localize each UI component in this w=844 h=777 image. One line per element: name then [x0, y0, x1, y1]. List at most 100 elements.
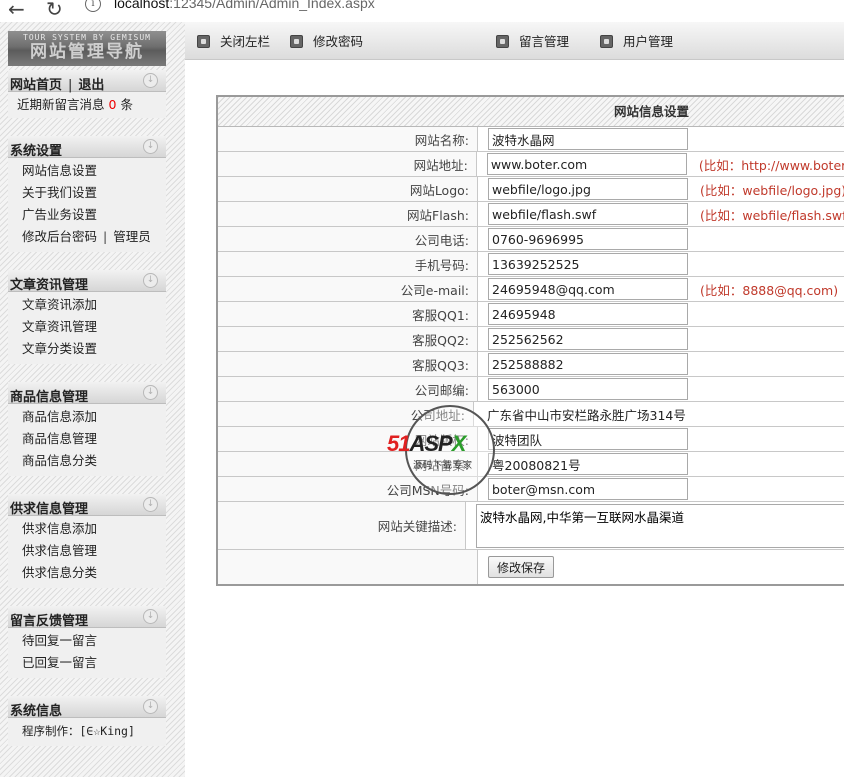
- sidebar-item-product-manage[interactable]: 商品信息管理: [8, 428, 166, 450]
- field-label: 网站Flash:: [218, 202, 478, 226]
- sidebar-item-supply-add[interactable]: 供求信息添加: [8, 518, 166, 540]
- field-label: 网站关键描述:: [218, 502, 466, 549]
- sidebar-item-replied[interactable]: 已回复一留言: [8, 652, 166, 674]
- save-button[interactable]: 修改保存: [488, 556, 555, 578]
- form-row: 客服QQ3:: [218, 352, 844, 377]
- collapse-toggle-icon[interactable]: ↓: [143, 273, 158, 288]
- collapse-toggle-icon[interactable]: ↓: [143, 73, 158, 88]
- qq3-input[interactable]: [488, 353, 688, 375]
- sidebar-item-product-category[interactable]: 商品信息分类: [8, 450, 166, 472]
- site-name-input[interactable]: [488, 128, 688, 150]
- collapse-toggle-icon[interactable]: ↓: [143, 609, 158, 624]
- sidebar-item-about-us[interactable]: 关于我们设置: [8, 182, 166, 204]
- field-cell: (比如：8888@qq.com): [478, 277, 844, 301]
- change-password-button[interactable]: 修改密码: [290, 34, 363, 50]
- message-manage-button[interactable]: 留言管理: [496, 34, 569, 50]
- qq1-input[interactable]: [488, 303, 688, 325]
- reload-icon[interactable]: ↻: [46, 0, 63, 21]
- qq2-input[interactable]: [488, 328, 688, 350]
- close-left-button[interactable]: 关闭左栏: [197, 34, 270, 50]
- program-credit: 程序制作：[∈☆King]: [22, 724, 135, 738]
- field-label: 客服QQ3:: [218, 352, 478, 376]
- logo-cn-text: 网站管理导航: [30, 42, 144, 62]
- user-manage-button[interactable]: 用户管理: [600, 34, 673, 50]
- keywords-textarea[interactable]: 波特水晶网,中华第一互联网水晶渠道: [476, 503, 844, 548]
- field-label: 网站版权:: [218, 427, 478, 451]
- field-label: 手机号码:: [218, 252, 478, 276]
- field-cell: [478, 452, 844, 476]
- panel-head: 系统设置 ↓: [8, 136, 166, 159]
- panel-body: 程序制作：[∈☆King]: [8, 718, 166, 746]
- panel-system-settings: 系统设置 ↓ 网站信息设置 关于我们设置 广告业务设置 修改后台密码 | 管理员: [8, 136, 166, 252]
- panel-body: 网站信息设置 关于我们设置 广告业务设置 修改后台密码 | 管理员: [8, 158, 166, 252]
- form-row: 公司e-mail: (比如：8888@qq.com): [218, 277, 844, 302]
- form-row: 网站Flash: (比如：webfile/flash.swf): [218, 202, 844, 227]
- msg-count: 0: [108, 97, 117, 112]
- collapse-toggle-icon[interactable]: ↓: [143, 385, 158, 400]
- company-address-input[interactable]: [484, 403, 844, 425]
- url-text[interactable]: localhost:12345/Admin/Admin_Index.aspx: [114, 0, 375, 11]
- msg-suffix: 条: [120, 97, 133, 112]
- field-label: 公司e-mail:: [218, 277, 478, 301]
- field-cell: 波特水晶网,中华第一互联网水晶渠道: [466, 502, 844, 549]
- field-cell: [474, 402, 844, 426]
- field-label: 客服QQ2:: [218, 327, 478, 351]
- field-label: 公司地址:: [218, 402, 474, 426]
- sidebar-item-product-add[interactable]: 商品信息添加: [8, 406, 166, 428]
- new-message-notice[interactable]: 近期新留言消息 0 条: [8, 94, 166, 116]
- sidebar-item-site-info[interactable]: 网站信息设置: [8, 160, 166, 182]
- sidebar-item-article-category[interactable]: 文章分类设置: [8, 338, 166, 360]
- field-label: 网站Logo:: [218, 177, 478, 201]
- field-cell: [478, 477, 844, 501]
- sidebar-item-supply-category[interactable]: 供求信息分类: [8, 562, 166, 584]
- panel-head: 供求信息管理 ↓: [8, 494, 166, 517]
- mobile-input[interactable]: [488, 253, 688, 275]
- sidebar-item-pending-replies[interactable]: 待回复一留言: [8, 630, 166, 652]
- msn-input[interactable]: [488, 478, 688, 500]
- collapse-toggle-icon[interactable]: ↓: [143, 497, 158, 512]
- icp-record-input[interactable]: [488, 453, 688, 475]
- field-cell: [478, 352, 844, 376]
- panel-feedback: 留言反馈管理 ↓ 待回复一留言 已回复一留言: [8, 606, 166, 678]
- field-cell: 修改保存: [478, 550, 844, 584]
- company-email-input[interactable]: [488, 278, 688, 300]
- site-flash-input[interactable]: [488, 203, 688, 225]
- sidebar-item-ads[interactable]: 广告业务设置: [8, 204, 166, 226]
- site-logo-input[interactable]: [488, 178, 688, 200]
- form-caption: 网站信息设置: [218, 97, 844, 127]
- form-row: 客服QQ2:: [218, 327, 844, 352]
- collapse-toggle-icon[interactable]: ↓: [143, 699, 158, 714]
- sidebar-item-admin[interactable]: 管理员: [113, 229, 151, 244]
- sidebar-item-article-add[interactable]: 文章资讯添加: [8, 294, 166, 316]
- panel-body: 商品信息添加 商品信息管理 商品信息分类: [8, 404, 166, 476]
- collapse-toggle-icon[interactable]: ↓: [143, 139, 158, 154]
- site-info-form: 网站信息设置 网站名称: 网站地址: (比如：http://www.boter.…: [216, 95, 844, 586]
- field-label: 客服QQ1:: [218, 302, 478, 326]
- panel-title: 供求信息管理: [10, 502, 89, 517]
- sidebar-item-change-password[interactable]: 修改后台密码: [22, 229, 97, 244]
- form-row: 网站名称:: [218, 127, 844, 152]
- sidebar: TOUR SYSTEM BY GEMISUM 网站管理导航 网站首页 | 退出 ↓ …: [0, 22, 185, 777]
- top-toolbar: 关闭左栏 修改密码 留言管理 用户管理: [185, 22, 844, 60]
- close-panel-icon: [197, 35, 210, 48]
- form-row: 修改保存: [218, 550, 844, 584]
- field-cell: [478, 227, 844, 251]
- form-row: 公司电话:: [218, 227, 844, 252]
- field-hint: (比如：webfile/flash.swf): [700, 207, 844, 223]
- postcode-input[interactable]: [488, 378, 688, 400]
- logout-link[interactable]: 退出: [78, 78, 104, 93]
- company-phone-input[interactable]: [488, 228, 688, 250]
- panel-title: 商品信息管理: [10, 390, 89, 405]
- site-url-input[interactable]: [486, 153, 687, 175]
- form-row: 手机号码:: [218, 252, 844, 277]
- panel-title: 文章资讯管理: [10, 278, 89, 293]
- sidebar-item-supply-manage[interactable]: 供求信息管理: [8, 540, 166, 562]
- sidebar-item-article-manage[interactable]: 文章资讯管理: [8, 316, 166, 338]
- copyright-input[interactable]: [488, 428, 688, 450]
- home-link[interactable]: 网站首页: [10, 78, 62, 93]
- back-arrow-icon[interactable]: ←: [8, 0, 25, 21]
- field-cell: (比如：http://www.boter.c: [477, 152, 844, 176]
- panel-head: 系统信息 ↓: [8, 696, 166, 719]
- home-sep: |: [68, 78, 73, 93]
- info-icon[interactable]: i: [85, 0, 101, 12]
